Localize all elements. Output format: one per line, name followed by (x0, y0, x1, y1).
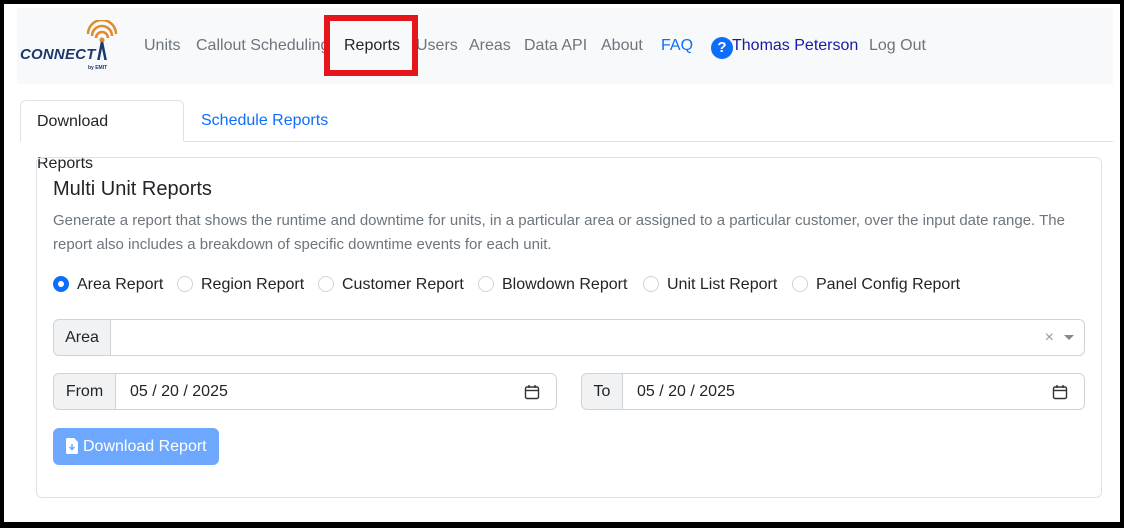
tab-download-reports[interactable]: Download Reports (20, 100, 184, 172)
clear-icon[interactable]: × (1045, 320, 1054, 355)
calendar-icon[interactable] (524, 384, 540, 400)
radio-label: Blowdown Report (502, 276, 628, 293)
nav-faq[interactable]: FAQ (661, 37, 693, 55)
radio-label: Customer Report (342, 276, 464, 293)
nav-users[interactable]: Users (416, 37, 458, 55)
faq-help-icon[interactable]: ? (711, 37, 733, 59)
nav-areas[interactable]: Areas (469, 37, 511, 55)
radio-button[interactable] (53, 276, 69, 292)
radio-button[interactable] (318, 276, 334, 292)
reports-highlight-box (324, 15, 418, 76)
logo-subtext: by EMIT (88, 65, 108, 71)
connect-logo[interactable]: CONNECT by EMIT (20, 20, 120, 76)
tab-schedule-reports[interactable]: Schedule Reports (185, 100, 344, 142)
logo-text: CONNECT (20, 46, 96, 63)
navbar: CONNECT by EMIT Units Callout Scheduling… (17, 8, 1113, 84)
nav-about[interactable]: About (601, 37, 643, 55)
nav-units[interactable]: Units (144, 37, 180, 55)
area-label: Area (53, 319, 111, 356)
calendar-icon[interactable] (1052, 384, 1068, 400)
from-date-input[interactable]: 05 / 20 / 2025 (115, 373, 557, 410)
to-date-value: 05 / 20 / 2025 (637, 383, 735, 400)
from-label: From (53, 373, 116, 410)
from-date-value: 05 / 20 / 2025 (130, 383, 228, 400)
nav-callout-scheduling[interactable]: Callout Scheduling (196, 37, 329, 55)
card-title: Multi Unit Reports (53, 178, 212, 200)
download-report-button[interactable]: Download Report (53, 428, 219, 465)
radio-label: Region Report (201, 276, 305, 293)
radio-button[interactable] (792, 276, 808, 292)
radio-button[interactable] (643, 276, 659, 292)
to-label: To (581, 373, 623, 410)
radio-label: Area Report (77, 276, 164, 293)
select-controls: × (1034, 320, 1074, 355)
file-download-icon (66, 438, 78, 454)
nav-logout[interactable]: Log Out (869, 37, 926, 55)
radio-button[interactable] (177, 276, 193, 292)
card-description: Generate a report that shows the runtime… (53, 212, 1065, 253)
to-date-input[interactable]: 05 / 20 / 2025 (622, 373, 1085, 410)
nav-data-api[interactable]: Data API (524, 37, 587, 55)
radio-label: Unit List Report (667, 276, 778, 293)
chevron-down-icon[interactable] (1064, 335, 1074, 340)
download-report-label: Download Report (83, 438, 207, 455)
radio-button[interactable] (478, 276, 494, 292)
radio-label: Panel Config Report (816, 276, 961, 293)
nav-user-name[interactable]: Thomas Peterson (732, 37, 858, 55)
area-select[interactable]: × (110, 319, 1085, 356)
